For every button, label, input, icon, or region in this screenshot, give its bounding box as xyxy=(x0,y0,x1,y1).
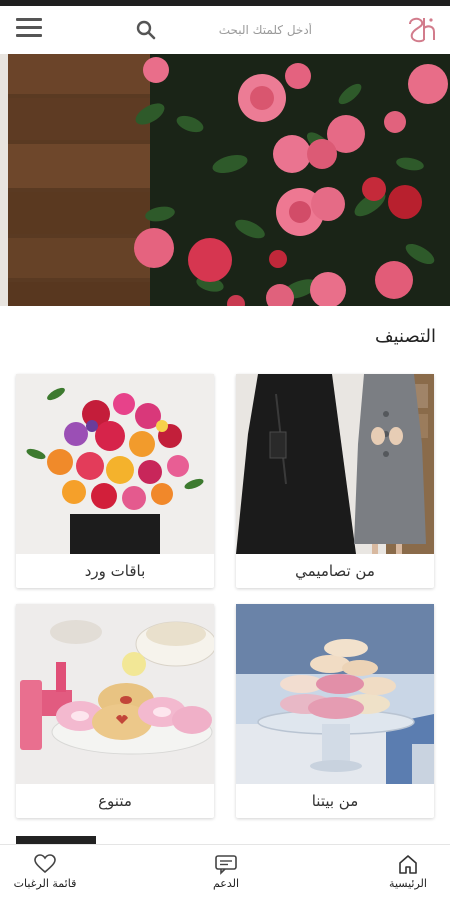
bottom-navigation: الرئيسية الدعم قائمة الرغبات xyxy=(0,844,450,900)
chat-support-icon xyxy=(215,855,237,875)
roses-image xyxy=(0,54,450,306)
brand-logo[interactable] xyxy=(404,14,438,46)
partial-content xyxy=(16,836,96,844)
category-image xyxy=(16,374,214,554)
menu-icon[interactable] xyxy=(16,18,42,40)
heart-icon xyxy=(34,854,56,874)
top-bar xyxy=(0,6,450,54)
nav-support-label: الدعم xyxy=(212,877,240,890)
category-card-home[interactable]: من بيتنا xyxy=(236,604,434,818)
search-input[interactable] xyxy=(162,16,312,44)
search-icon[interactable] xyxy=(136,20,156,40)
category-card-designs[interactable]: من تصاميمي xyxy=(236,374,434,588)
nav-wishlist-label: قائمة الرغبات xyxy=(13,877,77,890)
category-label: من تصاميمي xyxy=(295,562,375,580)
section-title: التصنيف xyxy=(374,326,436,347)
category-card-misc[interactable]: متنوع xyxy=(16,604,214,818)
category-card-flowers[interactable]: باقات ورد xyxy=(16,374,214,588)
category-label: باقات ورد xyxy=(84,562,146,580)
home-icon xyxy=(399,855,417,874)
category-label: متنوع xyxy=(98,792,132,810)
category-image xyxy=(236,374,434,554)
nav-home-label: الرئيسية xyxy=(389,877,427,890)
search-bar[interactable] xyxy=(132,14,312,46)
nav-wishlist[interactable]: قائمة الرغبات xyxy=(4,845,86,900)
nav-support[interactable]: الدعم xyxy=(188,845,264,900)
category-label: من بيتنا xyxy=(311,792,359,810)
category-image xyxy=(16,604,214,784)
nav-home[interactable]: الرئيسية xyxy=(370,845,446,900)
hero-banner[interactable] xyxy=(0,54,450,306)
category-image xyxy=(236,604,434,784)
